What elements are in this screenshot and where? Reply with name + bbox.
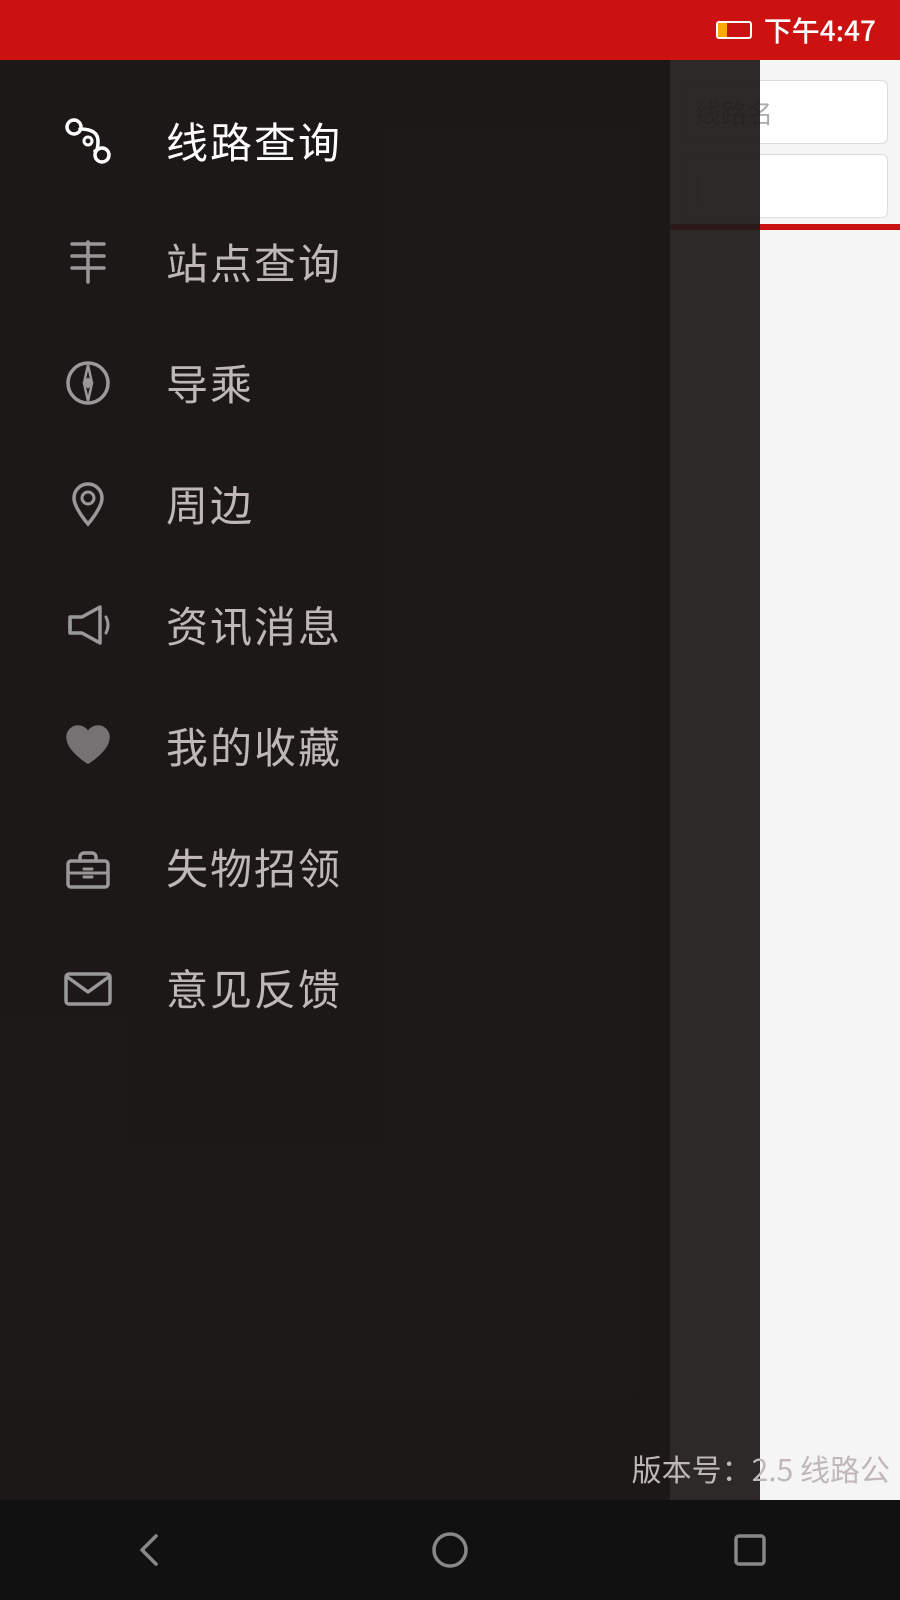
version-label: 版本号：2.5 [632,1446,794,1490]
battery-icon [716,21,752,39]
nav-item-route-query[interactable]: 线路查询 [0,80,760,201]
nav-item-feedback[interactable]: 意见反馈 [0,927,760,1048]
megaphone-icon [60,597,116,653]
heart-icon [60,718,116,774]
mail-icon [60,960,116,1016]
nav-item-news[interactable]: 资讯消息 [0,564,760,685]
nav-item-nearby[interactable]: 周边 [0,443,760,564]
recent-apps-button[interactable] [710,1520,790,1580]
home-button[interactable] [410,1520,490,1580]
nav-label-news: 资讯消息 [166,594,342,655]
nav-menu: 线路查询 站点查询 [0,60,760,1068]
nav-label-lost-found: 失物招领 [166,836,342,897]
version-suffix: 线路公 [800,1446,890,1490]
nav-label-feedback: 意见反馈 [166,957,342,1018]
nav-item-favorites[interactable]: 我的收藏 [0,685,760,806]
status-time: 下午4:47 [764,10,876,50]
version-bar: 版本号：2.5 线路公 [0,1446,900,1490]
battery-body [716,21,752,39]
nav-item-navigation[interactable]: 导乘 [0,322,760,443]
nav-label-route-query: 线路查询 [166,110,342,171]
briefcase-icon [60,839,116,895]
nav-item-station-query[interactable]: 站点查询 [0,201,760,322]
station-icon [60,234,116,290]
version-text: 版本号：2.5 线路公 [632,1446,890,1490]
status-bar: 下午4:47 [0,0,900,60]
back-button[interactable] [110,1520,190,1580]
drawer-overlay: 线路查询 站点查询 [0,60,760,1540]
nav-label-favorites: 我的收藏 [166,715,342,776]
nav-label-navigation: 导乘 [166,352,254,413]
nav-item-lost-found[interactable]: 失物招领 [0,806,760,927]
route-icon [60,113,116,169]
location-icon [60,476,116,532]
nav-label-nearby: 周边 [166,473,254,534]
nav-label-station-query: 站点查询 [166,231,342,292]
compass-icon [60,355,116,411]
battery-fill [718,23,728,37]
bottom-nav-bar [0,1500,900,1600]
